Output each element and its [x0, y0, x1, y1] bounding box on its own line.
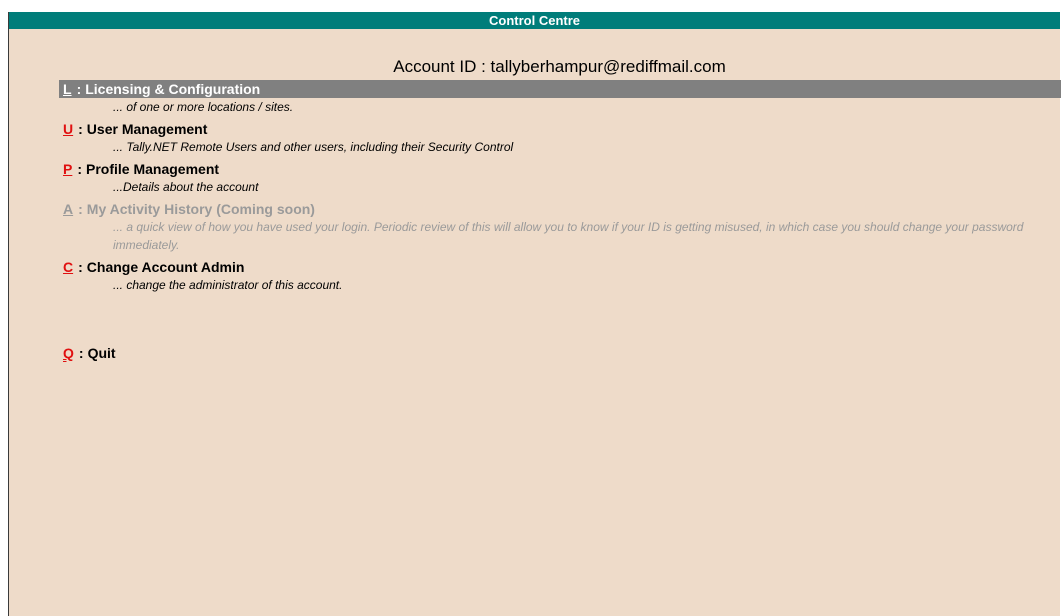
menu-item-profile-management[interactable]: P: Profile Management: [59, 160, 1061, 178]
hotkey-c: C: [63, 259, 74, 275]
menu-item-description: ... of one or more locations / sites.: [113, 100, 294, 114]
menu-item-label: Licensing & Configuration: [85, 81, 261, 97]
hotkey-u: U: [63, 121, 74, 137]
menu-item-label: User Management: [86, 121, 208, 137]
control-centre-menu: L: Licensing & Configuration ... of one o…: [59, 80, 1061, 362]
menu-item-change-account-admin[interactable]: C: Change Account Admin: [59, 258, 1061, 276]
menu-item-description: ... a quick view of how you have used yo…: [113, 220, 1024, 252]
account-id-label: Account ID : tallyberhampur@rediffmail.c…: [393, 57, 726, 76]
menu-item-label: Quit: [87, 345, 116, 361]
menu-separator: :: [78, 121, 83, 137]
menu-item-label: Change Account Admin: [86, 259, 245, 275]
menu-item-description: ...Details about the account: [113, 180, 259, 194]
menu-separator: :: [78, 345, 84, 361]
menu-item-description: ... Tally.NET Remote Users and other use…: [113, 140, 514, 154]
menu-item-licensing-configuration[interactable]: L: Licensing & Configuration: [59, 80, 1061, 98]
menu-separator: :: [78, 201, 83, 217]
hotkey-l: L: [63, 81, 72, 97]
hotkey-p: P: [63, 161, 73, 177]
menu-item-activity-history: A: My Activity History (Coming soon): [59, 200, 1061, 218]
menu-separator: :: [78, 259, 83, 275]
menu-separator: :: [76, 81, 82, 97]
menu-separator: :: [77, 161, 83, 177]
window-title: Control Centre: [9, 12, 1060, 29]
hotkey-a: A: [63, 201, 74, 217]
menu-item-label: My Activity History (Coming soon): [86, 201, 315, 217]
menu-item-description: ... change the administrator of this acc…: [113, 278, 343, 292]
menu-item-quit[interactable]: Q: Quit: [59, 344, 1061, 362]
menu-item-user-management[interactable]: U: User Management: [59, 120, 1061, 138]
hotkey-q: Q: [63, 345, 74, 361]
menu-item-label: Profile Management: [86, 161, 220, 177]
control-centre-window: Control Centre Account ID : tallyberhamp…: [8, 12, 1061, 616]
